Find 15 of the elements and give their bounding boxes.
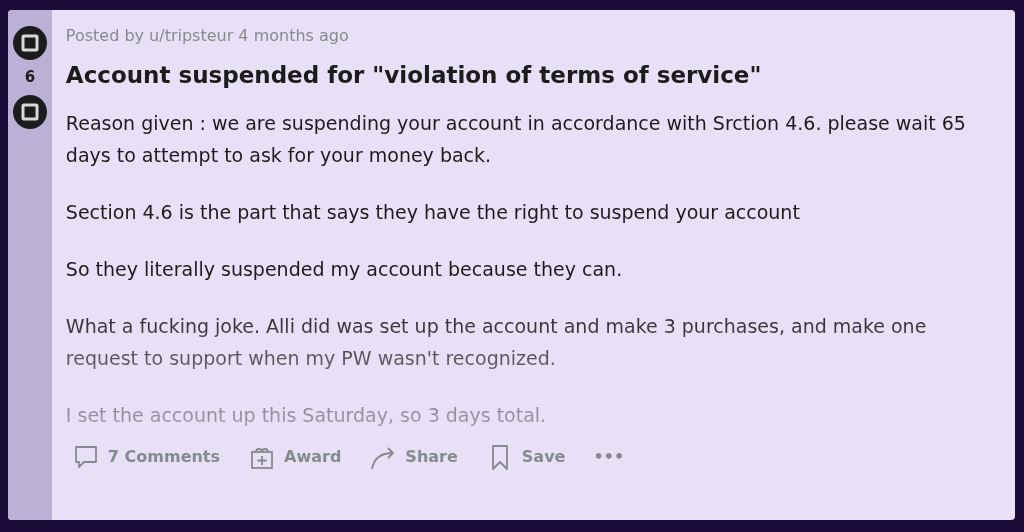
post-paragraph: Section 4.6 is the part that says they have the right to suspend your account (65, 199, 801, 225)
upvote-icon[interactable] (12, 26, 47, 60)
post-paragraph: I set the account up this Saturday, so 3 days total. (65, 402, 548, 427)
save-button[interactable]: Save (479, 438, 572, 475)
more-button[interactable]: ••• (587, 440, 631, 473)
award-button[interactable]: Award (242, 438, 348, 475)
share-button[interactable]: Share (363, 438, 464, 475)
post-paragraph: So they literally suspended my account because they can. (65, 256, 624, 282)
post-paragraph: Reason given : we are suspending your account in accordance with Srction 4.6. please wait 65 days to attempt to ask for your money back. (65, 110, 967, 168)
post-title: Account suspended for "violation of terms of service" (65, 61, 763, 90)
vote-count: 6 (24, 67, 36, 88)
post-paragraph: What a fucking joke. Alli did was set up the account and make 3 purchases, and make one request to support when my PW wasn't recognized. (65, 313, 928, 371)
post-meta: Posted by u/tripsteur 4 months ago (65, 25, 350, 47)
downvote-icon[interactable] (12, 94, 47, 129)
comments-button[interactable]: 7 Comments (65, 438, 227, 475)
